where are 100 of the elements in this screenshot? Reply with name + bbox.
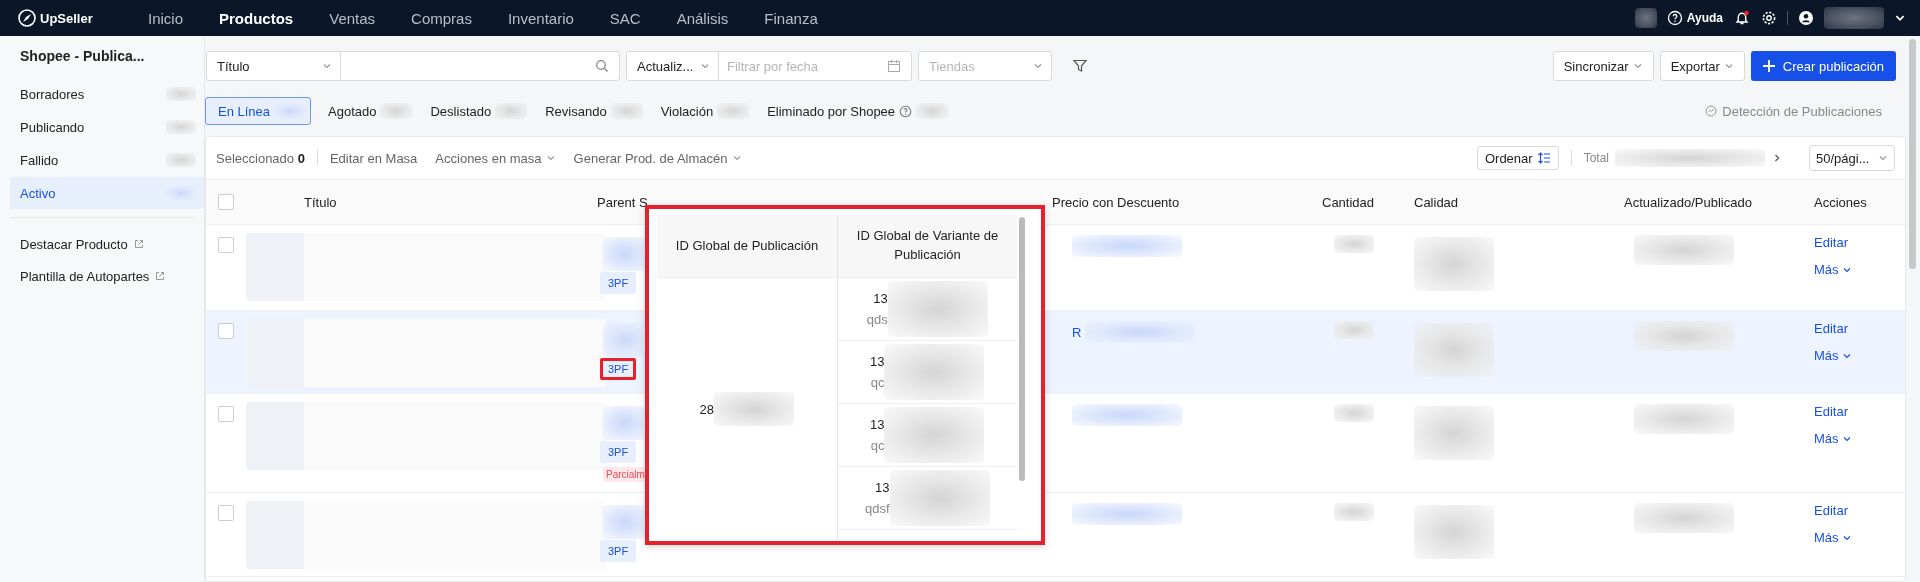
- status-tab[interactable]: Revisando: [532, 97, 648, 125]
- filter-icon[interactable]: [1072, 58, 1088, 74]
- help-icon: [1666, 10, 1683, 26]
- search-icon: [595, 59, 609, 73]
- edit-link[interactable]: Editar: [1814, 404, 1848, 419]
- tag-badge: 3PF: [600, 358, 637, 380]
- checkbox[interactable]: [218, 505, 234, 521]
- sidebar-item[interactable]: Activo: [10, 177, 204, 209]
- chevron-down-icon: [700, 61, 710, 71]
- more-link[interactable]: Más: [1814, 530, 1852, 545]
- chevron-right-icon[interactable]: [1773, 153, 1781, 163]
- sort-icon: [1537, 152, 1551, 164]
- toolbar-button[interactable]: Acciones en masa: [435, 150, 556, 166]
- help-icon: [899, 104, 913, 118]
- scrollbar-thumb[interactable]: [1909, 39, 1916, 269]
- edit-link[interactable]: Editar: [1814, 321, 1848, 336]
- status-tab[interactable]: Violación: [647, 97, 755, 125]
- tag-badge: 3PF: [600, 272, 637, 294]
- more-link[interactable]: Más: [1814, 348, 1852, 363]
- tag-badge: 3PF: [600, 441, 637, 463]
- variant-id: 13: [870, 417, 885, 432]
- nav-item[interactable]: Compras: [393, 9, 490, 27]
- edit-link[interactable]: Editar: [1814, 503, 1848, 518]
- variant-sku: qdsf: [864, 501, 890, 516]
- column-header: Actualizado/Publicado: [1624, 194, 1752, 210]
- nav-item[interactable]: Productos: [201, 9, 312, 27]
- status-badge: Parcialm: [603, 467, 648, 482]
- redaction-blur: [380, 103, 413, 119]
- nav-item[interactable]: Análisis: [658, 9, 747, 27]
- checkbox[interactable]: [218, 194, 234, 210]
- variant-id: 13: [870, 354, 885, 369]
- status-tab[interactable]: Agotado: [315, 97, 418, 125]
- search-chart-icon: [1705, 105, 1718, 117]
- variant-sku: qds: [866, 312, 888, 327]
- sidebar-link[interactable]: Destacar Producto: [0, 228, 204, 260]
- sidebar-title: Shopee - Publica...: [19, 48, 146, 66]
- redaction-blur: [166, 87, 196, 101]
- menu-button[interactable]: Sincronizar: [1552, 51, 1654, 81]
- status-tab[interactable]: Eliminado por Shopee: [754, 97, 954, 125]
- nav-item[interactable]: Inicio: [130, 9, 202, 27]
- redaction-blur: [1334, 404, 1374, 422]
- variant-id: 13: [873, 291, 888, 306]
- chevron-down-icon: [1033, 61, 1043, 71]
- search-field[interactable]: Título: [206, 51, 620, 81]
- chevron-down-icon: [1878, 153, 1888, 163]
- column-header: Título: [304, 194, 337, 210]
- toolbar-button[interactable]: Editar en Masa: [329, 150, 418, 166]
- redaction-blur: [1334, 321, 1374, 339]
- variant-id: 13: [875, 480, 890, 495]
- create-listing-button[interactable]: Crear publicación: [1750, 51, 1896, 81]
- sort-button[interactable]: Ordenar: [1476, 146, 1559, 170]
- edit-link[interactable]: Editar: [1814, 235, 1848, 250]
- date-filter-field[interactable]: Actualiz... Filtrar por fecha: [626, 51, 912, 81]
- chevron-down-icon: [322, 61, 332, 71]
- redaction-blur: [1824, 7, 1884, 29]
- chevron-down-icon: [1723, 61, 1734, 71]
- column-header: Cantidad: [1322, 194, 1375, 210]
- column-header: ID Global de Variante de Publicación: [855, 227, 1000, 264]
- sidebar-item[interactable]: Fallido: [0, 144, 204, 176]
- status-tab[interactable]: Deslistado: [417, 97, 533, 125]
- checkbox[interactable]: [218, 406, 234, 422]
- column-header: Calidad: [1414, 194, 1459, 210]
- price-text: R: [1072, 324, 1082, 340]
- variant-sku: qc: [870, 375, 885, 390]
- redaction-blur: [166, 153, 196, 167]
- redaction-blur: [916, 103, 949, 119]
- menu-button[interactable]: Exportar: [1659, 51, 1745, 81]
- tag-badge: 3PF: [600, 540, 637, 562]
- nav-item[interactable]: SAC: [591, 9, 659, 27]
- redaction-blur: [274, 103, 307, 119]
- external-link-icon: [133, 239, 144, 249]
- redaction-blur: [166, 120, 196, 134]
- page-size-select[interactable]: 50/pági...: [1809, 145, 1895, 171]
- column-header: Acciones: [1814, 194, 1867, 210]
- logo-text: UpSeller: [40, 10, 93, 26]
- more-link[interactable]: Más: [1814, 262, 1852, 277]
- help-link[interactable]: Ayuda: [1686, 11, 1723, 25]
- selected-count: Seleccionado 0: [216, 150, 305, 166]
- redaction-blur: [717, 103, 750, 119]
- checkbox[interactable]: [218, 237, 234, 253]
- sidebar-link[interactable]: Plantilla de Autopartes: [0, 260, 204, 292]
- sidebar-item[interactable]: Publicando: [0, 111, 204, 143]
- nav-item[interactable]: Inventario: [489, 9, 592, 27]
- status-tab[interactable]: En Línea: [205, 97, 312, 125]
- scrollbar-thumb[interactable]: [1019, 217, 1025, 481]
- settings-icon[interactable]: [1761, 10, 1777, 26]
- nav-item[interactable]: Finanza: [746, 9, 836, 27]
- sidebar-item[interactable]: Borradores: [0, 78, 204, 110]
- column-header: Precio con Descuento: [1052, 194, 1180, 210]
- bell-icon[interactable]: [1733, 9, 1751, 27]
- variant-sku: qc: [870, 438, 885, 453]
- redaction-blur: [1634, 8, 1657, 28]
- redaction-blur: [166, 186, 196, 200]
- redaction-blur: [495, 103, 528, 119]
- user-avatar-icon[interactable]: [1798, 10, 1814, 26]
- more-link[interactable]: Más: [1814, 431, 1852, 446]
- nav-item[interactable]: Ventas: [311, 9, 394, 27]
- toolbar-button[interactable]: Generar Prod. de Almacén: [573, 150, 742, 166]
- listing-id: 28: [699, 401, 714, 417]
- checkbox[interactable]: [218, 323, 234, 339]
